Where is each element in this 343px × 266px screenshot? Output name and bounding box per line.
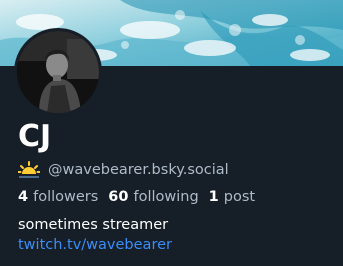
posts-stat: 1 post (209, 189, 255, 205)
bio-link[interactable]: twitch.tv/wavebearer (18, 235, 172, 255)
followers-label: followers (33, 189, 99, 205)
display-name: CJ (18, 119, 52, 154)
handle-row: @wavebearer.bsky.social (18, 158, 229, 182)
following-label: following (133, 189, 199, 205)
profile-handle: @wavebearer.bsky.social (48, 162, 229, 178)
posts-label: post (223, 189, 256, 205)
followers-stat[interactable]: 4 followers (18, 189, 98, 205)
following-stat[interactable]: 60 following (108, 189, 198, 205)
profile-card: CJ @wavebearer.bsky.social 4 followers 6… (0, 0, 343, 266)
following-count: 60 (108, 189, 129, 205)
avatar[interactable] (14, 28, 102, 116)
followers-count: 4 (18, 189, 29, 205)
posts-count: 1 (208, 189, 219, 205)
avatar-photo (17, 31, 99, 113)
profile-stats: 4 followers 60 following 1 post (18, 186, 265, 208)
bio-text: sometimes streamer (18, 217, 169, 233)
sunrise-icon (18, 161, 40, 178)
